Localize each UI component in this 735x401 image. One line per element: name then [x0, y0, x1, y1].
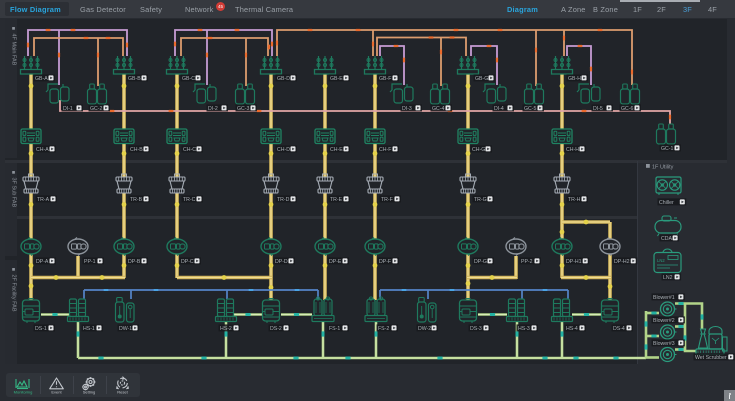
svg-text:DP-F: DP-F — [379, 259, 391, 265]
svg-text:GC-1: GC-1 — [661, 146, 674, 152]
svg-text:GC-4: GC-4 — [432, 106, 445, 112]
svg-text:GB-G: GB-G — [475, 76, 488, 82]
svg-text:PP-1: PP-1 — [84, 259, 96, 265]
svg-text:DI-5: DI-5 — [593, 106, 603, 112]
svg-text:GC-3: GC-3 — [237, 106, 250, 112]
svg-text:Event: Event — [51, 390, 62, 395]
svg-text:CDA: CDA — [661, 236, 672, 242]
svg-text:LN2: LN2 — [657, 258, 665, 263]
svg-text:DP-B: DP-B — [128, 259, 141, 265]
svg-text:GB-D: GB-D — [277, 76, 290, 82]
svg-text:GB-A: GB-A — [35, 76, 48, 82]
svg-text:DS-2: DS-2 — [270, 326, 282, 332]
svg-text:DP-G: DP-G — [474, 259, 487, 265]
svg-text:DP-A: DP-A — [36, 259, 49, 265]
svg-text:TR-H: TR-H — [568, 197, 581, 203]
svg-text:GB-H: GB-H — [568, 76, 581, 82]
svg-text:TR-D: TR-D — [277, 197, 290, 203]
svg-text:CH-E: CH-E — [330, 147, 343, 153]
svg-text:DP-H1: DP-H1 — [566, 259, 582, 265]
svg-text:GB-F: GB-F — [379, 76, 391, 82]
svg-text:CH-A: CH-A — [36, 147, 49, 153]
svg-text:DP-C: DP-C — [181, 259, 194, 265]
svg-text:HS-3: HS-3 — [518, 326, 530, 332]
svg-text:Setting: Setting — [83, 390, 95, 395]
svg-text:CH-C: CH-C — [183, 147, 196, 153]
svg-text:DS-4: DS-4 — [613, 326, 625, 332]
svg-text:GB-B: GB-B — [128, 76, 141, 82]
svg-text:DW-2: DW-2 — [418, 326, 431, 332]
svg-text:HS-2: HS-2 — [220, 326, 232, 332]
svg-text:FS-2: FS-2 — [378, 326, 389, 332]
svg-text:DI-1: DI-1 — [63, 106, 73, 112]
svg-text:DP-H2: DP-H2 — [614, 259, 630, 265]
svg-text:Chiller: Chiller — [659, 200, 674, 206]
svg-text:DP-D: DP-D — [275, 259, 288, 265]
svg-text:DI-2: DI-2 — [208, 106, 218, 112]
svg-text:HS-1: HS-1 — [83, 326, 95, 332]
svg-text:Wet Scrubber: Wet Scrubber — [695, 355, 727, 361]
svg-text:TR-C: TR-C — [183, 197, 196, 203]
svg-text:TR-G: TR-G — [474, 197, 487, 203]
svg-text:DI-4: DI-4 — [494, 106, 504, 112]
svg-text:Blower#2: Blower#2 — [653, 318, 675, 324]
svg-text:CH-H: CH-H — [566, 147, 579, 153]
svg-text:FS-1: FS-1 — [329, 326, 340, 332]
svg-text:PP-2: PP-2 — [521, 259, 533, 265]
svg-text:DW-1: DW-1 — [119, 326, 132, 332]
svg-text:DP-E: DP-E — [329, 259, 342, 265]
svg-text:GC-5: GC-5 — [524, 106, 537, 112]
svg-text:DS-3: DS-3 — [470, 326, 482, 332]
svg-text:GB-C: GB-C — [182, 76, 195, 82]
svg-text:Blower#1: Blower#1 — [653, 295, 675, 301]
svg-text:HS-4: HS-4 — [566, 326, 578, 332]
svg-text:LN2: LN2 — [663, 275, 673, 281]
svg-text:Monitoring: Monitoring — [14, 390, 33, 395]
svg-text:1F Utility: 1F Utility — [652, 165, 674, 171]
svg-text:CH-D: CH-D — [277, 147, 290, 153]
svg-text:GB-E: GB-E — [330, 76, 343, 82]
svg-text:GC-2: GC-2 — [90, 106, 103, 112]
svg-text:DS-1: DS-1 — [35, 326, 47, 332]
svg-text:Blower#3: Blower#3 — [653, 341, 675, 347]
svg-text:CH-G: CH-G — [472, 147, 485, 153]
svg-text:Reset: Reset — [117, 390, 128, 395]
svg-text:DI-3: DI-3 — [402, 106, 412, 112]
svg-text:TR-F: TR-F — [381, 197, 393, 203]
svg-text:TR-A: TR-A — [37, 197, 50, 203]
svg-text:TR-B: TR-B — [130, 197, 143, 203]
svg-text:TR-E: TR-E — [330, 197, 343, 203]
svg-text:CH-F: CH-F — [379, 147, 391, 153]
svg-text:CH-B: CH-B — [130, 147, 143, 153]
svg-text:GC-6: GC-6 — [621, 106, 634, 112]
